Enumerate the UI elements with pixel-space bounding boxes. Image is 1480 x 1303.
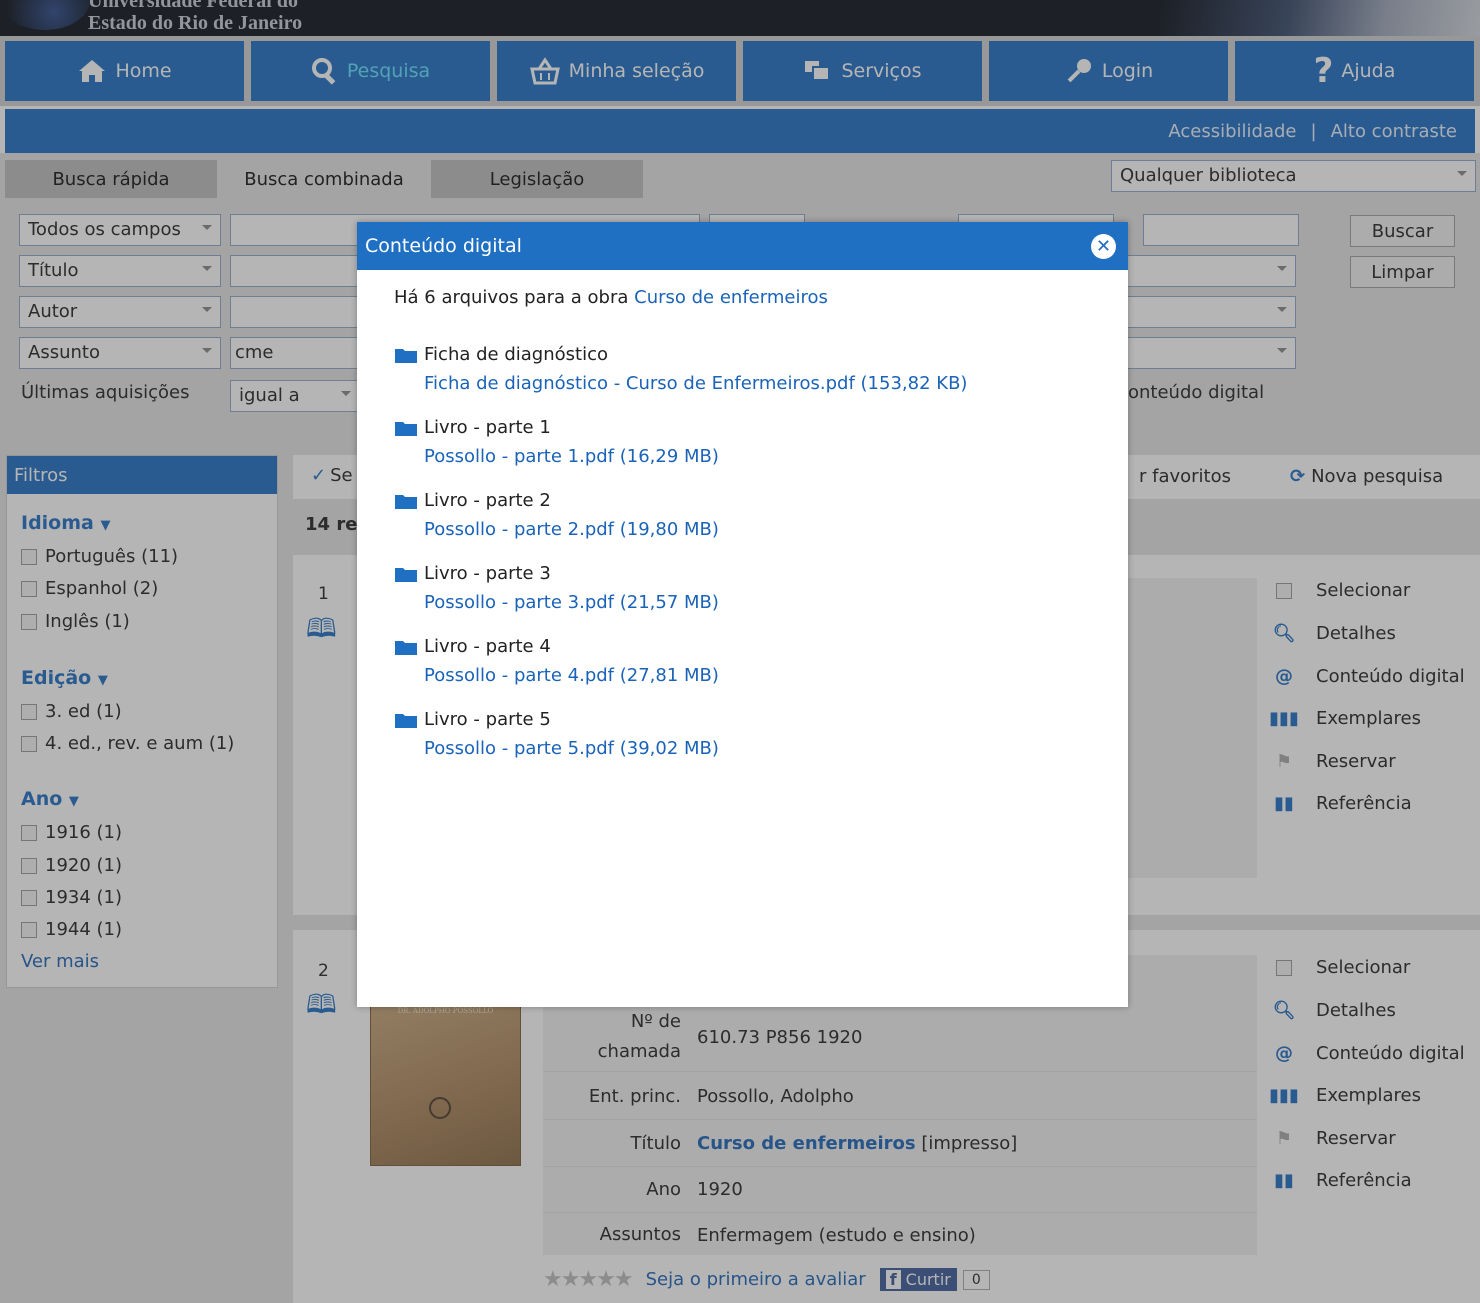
file-link[interactable]: Possollo - parte 3.pdf (21,57 MB) [424,592,719,613]
folder-icon [395,348,417,363]
file-link[interactable]: Ficha de diagnóstico - Curso de Enfermei… [424,373,967,394]
file-entry: Livro - parte 4 Possollo - parte 4.pdf (… [394,636,719,686]
close-icon[interactable]: ✕ [1091,234,1116,259]
modal-title: Conteúdo digital [365,235,522,257]
modal-intro: Há 6 arquivos para a obra Curso de enfer… [394,287,828,308]
modal-intro-text: Há 6 arquivos para a obra [394,287,629,308]
folder-icon [395,421,417,436]
file-entry: Livro - parte 1 Possollo - parte 1.pdf (… [394,417,719,467]
file-title: Livro - parte 2 [424,490,551,511]
file-link[interactable]: Possollo - parte 1.pdf (16,29 MB) [424,446,719,467]
work-link[interactable]: Curso de enfermeiros [634,287,828,308]
file-entry: Livro - parte 3 Possollo - parte 3.pdf (… [394,563,719,613]
folder-icon [395,567,417,582]
file-entry: Livro - parte 5 Possollo - parte 5.pdf (… [394,709,719,759]
modal-header: Conteúdo digital ✕ [357,222,1128,270]
file-entry: Livro - parte 2 Possollo - parte 2.pdf (… [394,490,719,540]
digital-content-modal: Conteúdo digital ✕ Há 6 arquivos para a … [357,222,1128,1007]
folder-icon [395,494,417,509]
folder-icon [395,713,417,728]
file-link[interactable]: Possollo - parte 5.pdf (39,02 MB) [424,738,719,759]
file-title: Livro - parte 5 [424,709,551,730]
file-title: Livro - parte 3 [424,563,551,584]
file-entry: Ficha de diagnóstico Ficha de diagnóstic… [394,344,967,394]
folder-icon [395,640,417,655]
file-title: Livro - parte 4 [424,636,551,657]
file-link[interactable]: Possollo - parte 4.pdf (27,81 MB) [424,665,719,686]
file-title: Livro - parte 1 [424,417,551,438]
file-title: Ficha de diagnóstico [424,344,608,365]
file-link[interactable]: Possollo - parte 2.pdf (19,80 MB) [424,519,719,540]
